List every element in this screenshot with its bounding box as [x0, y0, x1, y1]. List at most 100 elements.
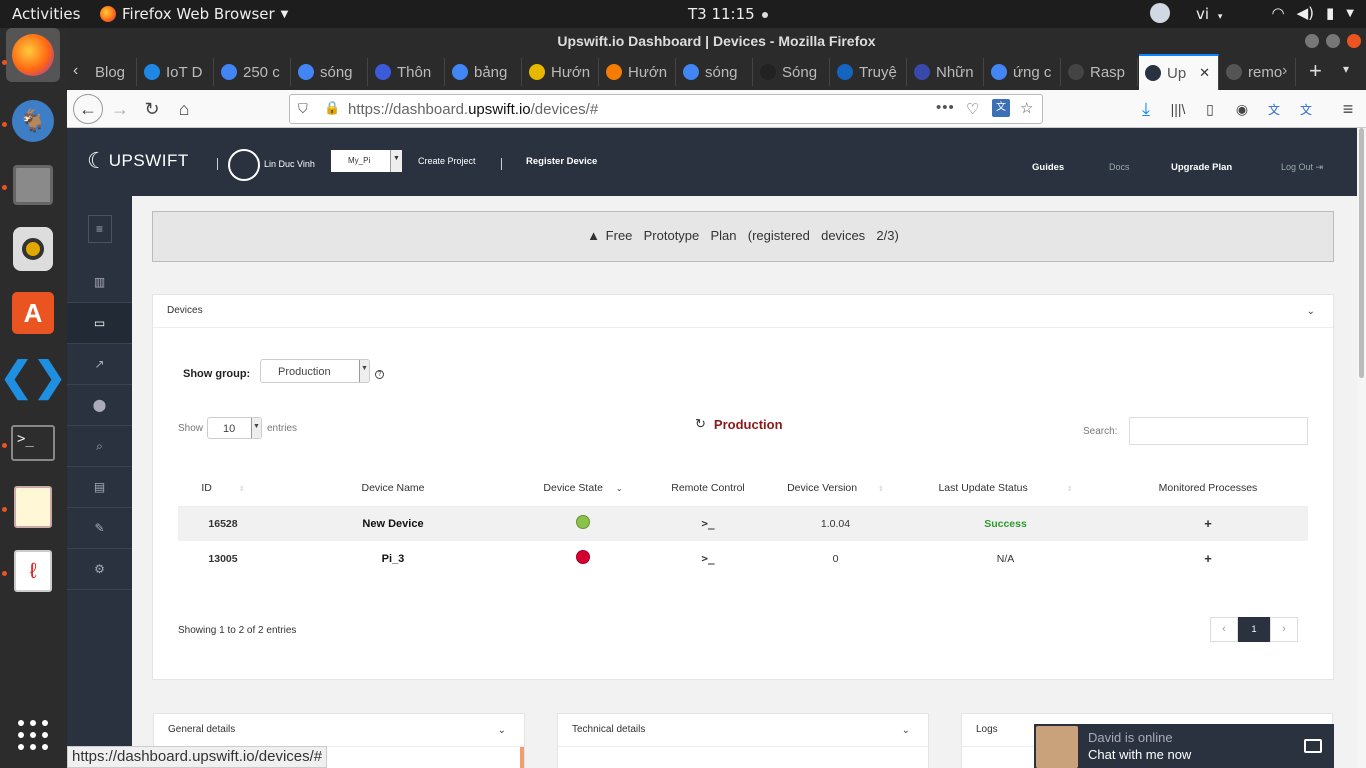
dock-terminal[interactable]: >_ [6, 416, 60, 470]
minimize-button[interactable] [1305, 34, 1319, 48]
tracking-shield-icon[interactable]: ⛉ [298, 101, 308, 117]
user-avatar-icon[interactable] [228, 149, 260, 181]
lock-icon[interactable]: 🔒 [324, 100, 340, 116]
bookmark-star-icon[interactable]: ☆ [1020, 99, 1033, 117]
menu-icon[interactable]: ≡ [1335, 96, 1361, 122]
add-process-icon[interactable]: + [1204, 551, 1212, 566]
add-process-icon[interactable]: + [1204, 516, 1212, 531]
back-button[interactable]: ← [73, 94, 103, 124]
close-tab-icon[interactable]: ✕ [1199, 65, 1210, 81]
user-status-icon[interactable] [1150, 3, 1170, 23]
column-header-device-version[interactable]: Device Version ⇕ [768, 470, 903, 507]
chevron-down-icon[interactable]: ⌄ [902, 725, 910, 736]
sidebar-item-files[interactable]: ▤ [67, 467, 132, 508]
next-page-button[interactable]: › [1270, 617, 1298, 642]
tab-scroll-left-button[interactable]: ‹ [73, 62, 78, 80]
refresh-group-button[interactable]: ↻ Production [695, 416, 783, 432]
list-all-tabs-button[interactable]: ▾ [1343, 62, 1349, 76]
tab[interactable]: Truyệ [831, 58, 907, 86]
dock-vscode[interactable]: ❮❯ [0, 350, 67, 404]
dock-text-editor[interactable] [6, 480, 60, 534]
home-button[interactable]: ⌂ [171, 96, 197, 122]
tab[interactable]: Blog [89, 58, 137, 86]
chevron-down-icon[interactable]: ⌄ [498, 725, 506, 736]
downloads-icon[interactable]: ⤓ [1133, 96, 1159, 122]
system-tray[interactable]: ◠ ◀) ▮ ▼ [1272, 4, 1354, 22]
forward-button[interactable]: → [107, 96, 133, 122]
register-device-link[interactable]: Register Device [526, 156, 597, 167]
account-icon[interactable]: ◉ [1229, 96, 1255, 122]
tab-scroll-right-button[interactable]: › [1282, 62, 1287, 80]
search-input[interactable] [1129, 417, 1308, 445]
tab[interactable]: Hướn [600, 58, 676, 86]
dock-firefox[interactable] [6, 28, 60, 82]
translate-icon[interactable]: 文 [992, 99, 1010, 117]
column-header-monitored-processes[interactable]: Monitored Processes [1108, 470, 1308, 507]
terminal-icon[interactable]: >_ [701, 552, 714, 565]
technical-details-header[interactable]: Technical details ⌄ [558, 714, 928, 747]
chevron-down-icon[interactable]: ⌄ [1307, 306, 1315, 317]
terminal-icon[interactable]: >_ [701, 517, 714, 530]
tab[interactable]: sóng [677, 58, 753, 86]
dock-rhythmbox[interactable] [6, 222, 60, 276]
column-header-device-state[interactable]: Device State ⌄ [518, 470, 648, 507]
chat-widget[interactable]: David is online Chat with me now [1034, 724, 1334, 768]
guides-link[interactable]: Guides [1032, 162, 1064, 173]
device-name[interactable]: New Device [268, 506, 518, 541]
sidebar-item-devices[interactable]: ▭ [67, 303, 132, 344]
maximize-button[interactable] [1326, 34, 1340, 48]
column-header-remote-control[interactable]: Remote Control [648, 470, 768, 507]
translate-extension-2-icon[interactable]: 文 [1293, 96, 1319, 122]
create-project-link[interactable]: Create Project [418, 156, 476, 166]
clock[interactable]: T3 11:15 [688, 5, 769, 23]
pocket-icon[interactable]: ♡ [966, 100, 979, 118]
app-menu[interactable]: Firefox Web Browser ▼ [100, 5, 288, 23]
general-details-header[interactable]: General details ⌄ [154, 714, 524, 747]
sidebar-item-analytics[interactable]: ▥ [67, 262, 132, 303]
language-indicator[interactable]: vi ▾ [1196, 5, 1222, 23]
sidebar-item-location[interactable]: ⬤ [67, 385, 132, 426]
entries-select[interactable]: 10 ▼ [207, 417, 262, 439]
device-name[interactable]: Pi_3 [268, 541, 518, 576]
sidebar-item-search[interactable]: ⌕ [67, 426, 132, 467]
translate-extension-icon[interactable]: 文 [1261, 96, 1287, 122]
tab[interactable]: ứng c [985, 58, 1061, 86]
sidebar-item-remote[interactable]: ↗ [67, 344, 132, 385]
page-1-button[interactable]: 1 [1238, 617, 1270, 642]
sidebar-item-tools[interactable]: ✎ [67, 508, 132, 549]
column-header-id[interactable]: ID ⇕ [178, 470, 268, 507]
user-name[interactable]: Lin Duc Vinh [264, 159, 315, 169]
chat-bubble-icon[interactable] [1304, 739, 1322, 753]
dock-files[interactable] [6, 158, 60, 212]
prev-page-button[interactable]: ‹ [1210, 617, 1238, 642]
tab[interactable]: Nhữn [908, 58, 984, 86]
tab[interactable]: 250 c [215, 58, 291, 86]
new-tab-button[interactable]: + [1309, 58, 1322, 84]
devices-panel-header[interactable]: Devices ⌄ [153, 295, 1333, 328]
column-header-last-update-status[interactable]: Last Update Status ⇕ [903, 470, 1108, 507]
docs-link[interactable]: Docs [1109, 162, 1130, 172]
show-applications-button[interactable] [6, 708, 60, 762]
url-bar[interactable]: ⛉ 🔒 https://dashboard.upswift.io/devices… [289, 94, 1043, 124]
upgrade-plan-link[interactable]: Upgrade Plan [1171, 162, 1232, 173]
column-header-device-name[interactable]: Device Name [268, 470, 518, 507]
table-row[interactable]: 13005 Pi_3 >_ 0 N/A + [178, 541, 1308, 576]
page-actions-icon[interactable]: ••• [936, 99, 955, 116]
dock-software-center[interactable]: A [6, 286, 60, 340]
reload-button[interactable]: ↻ [139, 96, 165, 122]
tab[interactable]: IoT D [138, 58, 214, 86]
tab[interactable]: Rasp [1062, 58, 1138, 86]
close-window-button[interactable] [1347, 34, 1361, 48]
tab[interactable]: sóng [292, 58, 368, 86]
dock-document-viewer[interactable]: ℓ [6, 544, 60, 598]
activities-button[interactable]: Activities [12, 5, 80, 23]
sidebar-toggle[interactable]: ≡ [67, 196, 132, 262]
tab[interactable]: Hướn [523, 58, 599, 86]
tab[interactable]: bảng [446, 58, 522, 86]
sidebar-item-settings[interactable]: ⚙ [67, 549, 132, 590]
window-titlebar[interactable]: Upswift.io Dashboard | Devices - Mozilla… [67, 28, 1366, 54]
logout-link[interactable]: Log Out ⇥ [1281, 162, 1323, 173]
tab[interactable]: Thôn [369, 58, 445, 86]
dock-app-2[interactable]: 🐐 [6, 94, 60, 148]
tab-active[interactable]: Up ✕ [1139, 54, 1219, 90]
